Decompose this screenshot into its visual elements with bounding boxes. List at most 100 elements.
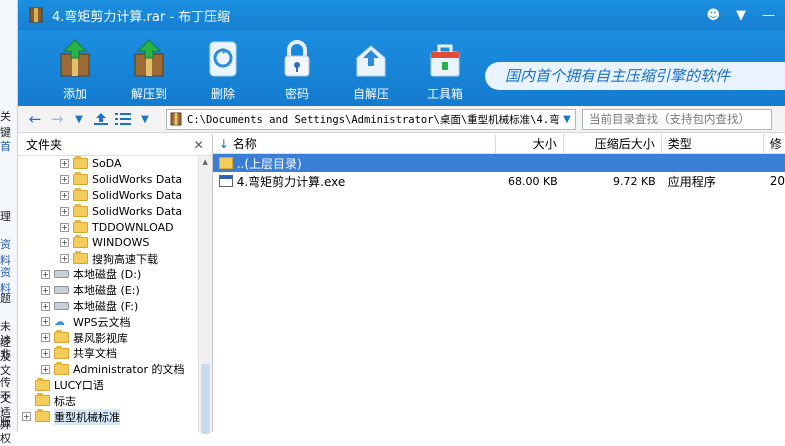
close-pane-icon[interactable]: ✕ <box>194 138 204 152</box>
file-compressed-size: 9.72 KB <box>612 174 656 188</box>
self-extract-icon <box>351 38 391 80</box>
drive-icon <box>54 302 69 311</box>
tree-item-label: WINDOWS <box>92 236 150 250</box>
column-compressed-size[interactable]: 压缩后大小 <box>564 134 662 154</box>
tree-item[interactable]: + SolidWorks Data <box>18 187 198 204</box>
parent-folder-icon <box>218 157 233 169</box>
title-bar[interactable]: 4.弯矩剪力计算.rar - 布丁压缩 ☻ ▼ — <box>18 0 785 30</box>
tree-item-label: 重型机械标准 <box>54 408 120 425</box>
up-level-icon[interactable] <box>90 109 112 129</box>
path-dropdown-icon[interactable]: ▼ <box>559 114 575 125</box>
expand-icon[interactable]: + <box>41 301 50 311</box>
tree-item-label: 暴风影视库 <box>73 331 128 345</box>
view-dropdown-icon[interactable]: ▼ <box>134 109 156 129</box>
view-list-icon[interactable] <box>112 109 134 129</box>
tree-item[interactable]: 标志 <box>18 393 198 409</box>
expand-icon[interactable]: + <box>60 190 69 200</box>
expand-icon[interactable]: + <box>41 285 50 295</box>
tree-item[interactable]: + ☁ WPS云文档 <box>18 314 198 330</box>
tree-item[interactable]: + 本地磁盘 (E:) <box>18 282 198 298</box>
delete-button[interactable]: 删除 <box>186 30 260 106</box>
forward-arrow-icon[interactable]: → <box>46 109 68 129</box>
tree-item[interactable]: + 共享文档 <box>18 345 198 362</box>
file-list-pane: ↓ 名称 大小 压缩后大小 类型 修 ..(上层目录) 4.弯矩剪力计算.exe 68… <box>212 134 785 432</box>
path-field[interactable]: C:\Documents and Settings\Administrator\… <box>166 108 576 130</box>
minimize-button[interactable]: — <box>762 8 775 23</box>
file-row[interactable]: ..(上层目录) <box>212 154 785 172</box>
tree-item[interactable]: + WINDOWS <box>18 235 198 251</box>
search-input[interactable]: 当前目录查找（支持包内查找） <box>582 108 772 130</box>
tree-item[interactable]: + 搜狗高速下载 <box>18 251 198 267</box>
tree-item[interactable]: LUCY口语 <box>18 377 198 393</box>
column-modified[interactable]: 修 <box>764 134 785 154</box>
expand-icon[interactable]: + <box>60 175 69 185</box>
tree-item[interactable]: + 暴风影视库 <box>18 330 198 346</box>
tree-item[interactable]: + 本地磁盘 (F:) <box>18 298 198 314</box>
toolbox-label: 工具箱 <box>426 87 463 101</box>
extract-to-button[interactable]: 解压到 <box>112 30 186 106</box>
cloud-icon: ☁ <box>54 314 65 328</box>
scrollbar-thumb[interactable] <box>200 364 210 434</box>
tree-item[interactable]: + 重型机械标准 <box>18 408 198 425</box>
exe-file-icon <box>218 175 233 187</box>
expand-icon[interactable]: + <box>60 159 69 169</box>
scroll-up-icon[interactable]: ▲ <box>199 158 212 166</box>
toolbox-icon <box>425 38 465 80</box>
bandizip-window: 4.弯矩剪力计算.rar - 布丁压缩 ☻ ▼ — 添加 解压到 删除 密码 自… <box>18 0 785 434</box>
password-button[interactable]: 密码 <box>260 30 334 106</box>
column-name[interactable]: ↓ 名称 <box>213 134 496 154</box>
file-name-cell: ..(上层目录) <box>213 155 496 172</box>
expand-icon[interactable]: + <box>60 206 69 216</box>
lock-icon <box>277 38 317 80</box>
folder-tree: + SoDA + SolidWorks Data + SolidWorks Data + So… <box>18 156 198 432</box>
self-extract-button[interactable]: 自解压 <box>334 30 408 106</box>
tree-scrollbar[interactable]: ▲ <box>197 156 212 434</box>
expand-icon[interactable]: + <box>41 364 50 374</box>
tree-item[interactable]: + SolidWorks Data <box>18 172 198 188</box>
back-arrow-icon[interactable]: ← <box>24 109 46 129</box>
expand-icon[interactable]: + <box>60 254 69 264</box>
menu-icon[interactable]: ▼ <box>736 8 746 23</box>
folder-icon <box>54 330 69 344</box>
tree-item-label: TDDOWNLOAD <box>92 220 174 234</box>
column-size[interactable]: 大小 <box>496 134 564 154</box>
history-dropdown-icon[interactable]: ▼ <box>68 109 90 129</box>
tree-item-label: Administrator 的文档 <box>73 363 185 377</box>
column-type[interactable]: 类型 <box>662 134 764 154</box>
tree-item[interactable]: + Administrator 的文档 <box>18 361 198 377</box>
tree-item-label: 搜狗高速下载 <box>92 252 158 266</box>
slogan-banner: 国内首个拥有自主压缩引擎的软件 <box>485 62 785 90</box>
folder-icon <box>73 187 88 201</box>
window-title: 4.弯矩剪力计算.rar - 布丁压缩 <box>52 9 231 25</box>
expand-icon[interactable]: + <box>41 333 50 343</box>
expand-icon[interactable]: + <box>41 269 50 279</box>
file-row[interactable]: 4.弯矩剪力计算.exe 68.00 KB 9.72 KB 应用程序 20 <box>213 172 785 190</box>
tree-item[interactable]: + TDDOWNLOAD <box>18 219 198 235</box>
expand-icon[interactable]: + <box>60 222 69 232</box>
folder-icon <box>35 409 50 423</box>
tree-item[interactable]: + SoDA <box>18 156 198 172</box>
expand-icon[interactable]: + <box>41 317 50 327</box>
extract-to-icon <box>129 38 169 80</box>
folder-icon <box>73 219 88 233</box>
tree-item-label: 本地磁盘 (D:) <box>73 268 142 282</box>
app-icon <box>29 7 43 23</box>
tree-item[interactable]: + 本地磁盘 (D:) <box>18 267 198 283</box>
path-text: C:\Documents and Settings\Administrator\… <box>187 113 559 126</box>
toolbox-button[interactable]: 工具箱 <box>408 30 482 106</box>
background-text-fragment: 题 <box>0 292 11 305</box>
tree-item-label: 本地磁盘 (F:) <box>73 300 139 314</box>
tree-item-label: SoDA <box>92 157 122 171</box>
add-archive-icon <box>55 38 95 80</box>
file-name: 4.弯矩剪力计算.exe <box>236 174 346 189</box>
expand-icon[interactable]: + <box>60 238 69 248</box>
expand-icon[interactable]: + <box>22 412 31 422</box>
tree-item[interactable]: + SolidWorks Data <box>18 203 198 219</box>
background-text-fragment: 首 <box>0 140 11 153</box>
extract-to-label: 解压到 <box>130 87 167 101</box>
folder-icon <box>73 156 88 170</box>
add-button[interactable]: 添加 <box>38 30 112 106</box>
expand-icon[interactable]: + <box>41 348 50 358</box>
folder-tree-pane: 文件夹 ✕ + SoDA + SolidWorks Data + SolidWorks D… <box>18 134 213 434</box>
skin-icon[interactable]: ☻ <box>706 8 720 23</box>
